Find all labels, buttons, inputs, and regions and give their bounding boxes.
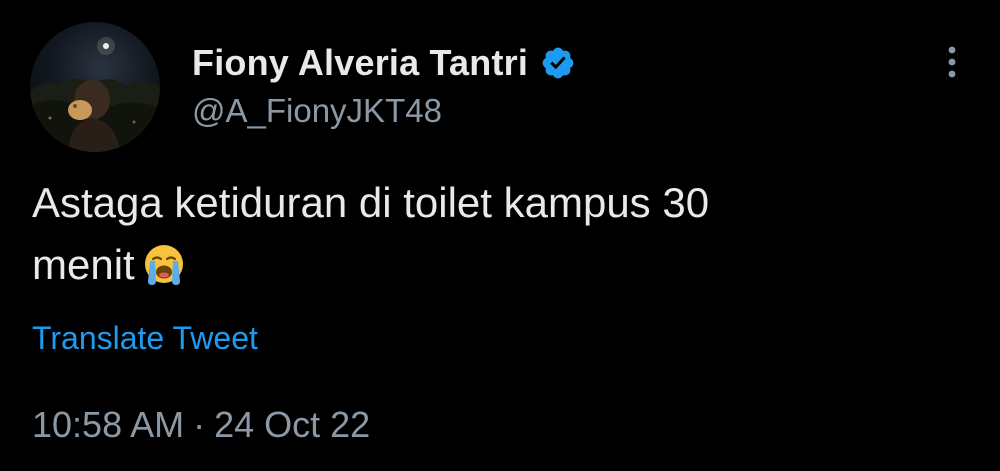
avatar[interactable] (30, 22, 160, 152)
meta-separator: · (193, 404, 206, 445)
tweet-timestamp: 10:58 AM · 24 Oct 22 (32, 404, 370, 446)
more-vertical-icon[interactable] (942, 42, 962, 82)
tweet-card: Fiony Alveria Tantri @A_FionyJKT48 Astag… (0, 0, 1000, 471)
tweet-text-segment: menit (32, 241, 135, 288)
author-handle[interactable]: @A_FionyJKT48 (192, 92, 442, 130)
tweet-text: Astaga ketiduran di toilet kampus 30 men… (32, 172, 932, 296)
verified-badge-icon (540, 45, 576, 81)
author-display-name[interactable]: Fiony Alveria Tantri (192, 42, 528, 84)
tweet-text-line: Astaga ketiduran di toilet kampus 30 (32, 179, 710, 226)
tweet-time[interactable]: 10:58 AM (32, 404, 184, 445)
avatar-photo-icon (30, 37, 160, 152)
loudly-crying-face-icon (141, 241, 187, 287)
tweet-text-line: menit (32, 234, 932, 296)
author-name-row[interactable]: Fiony Alveria Tantri (192, 38, 576, 88)
tweet-date[interactable]: 24 Oct 22 (214, 404, 370, 445)
translate-tweet-link[interactable]: Translate Tweet (32, 320, 258, 357)
